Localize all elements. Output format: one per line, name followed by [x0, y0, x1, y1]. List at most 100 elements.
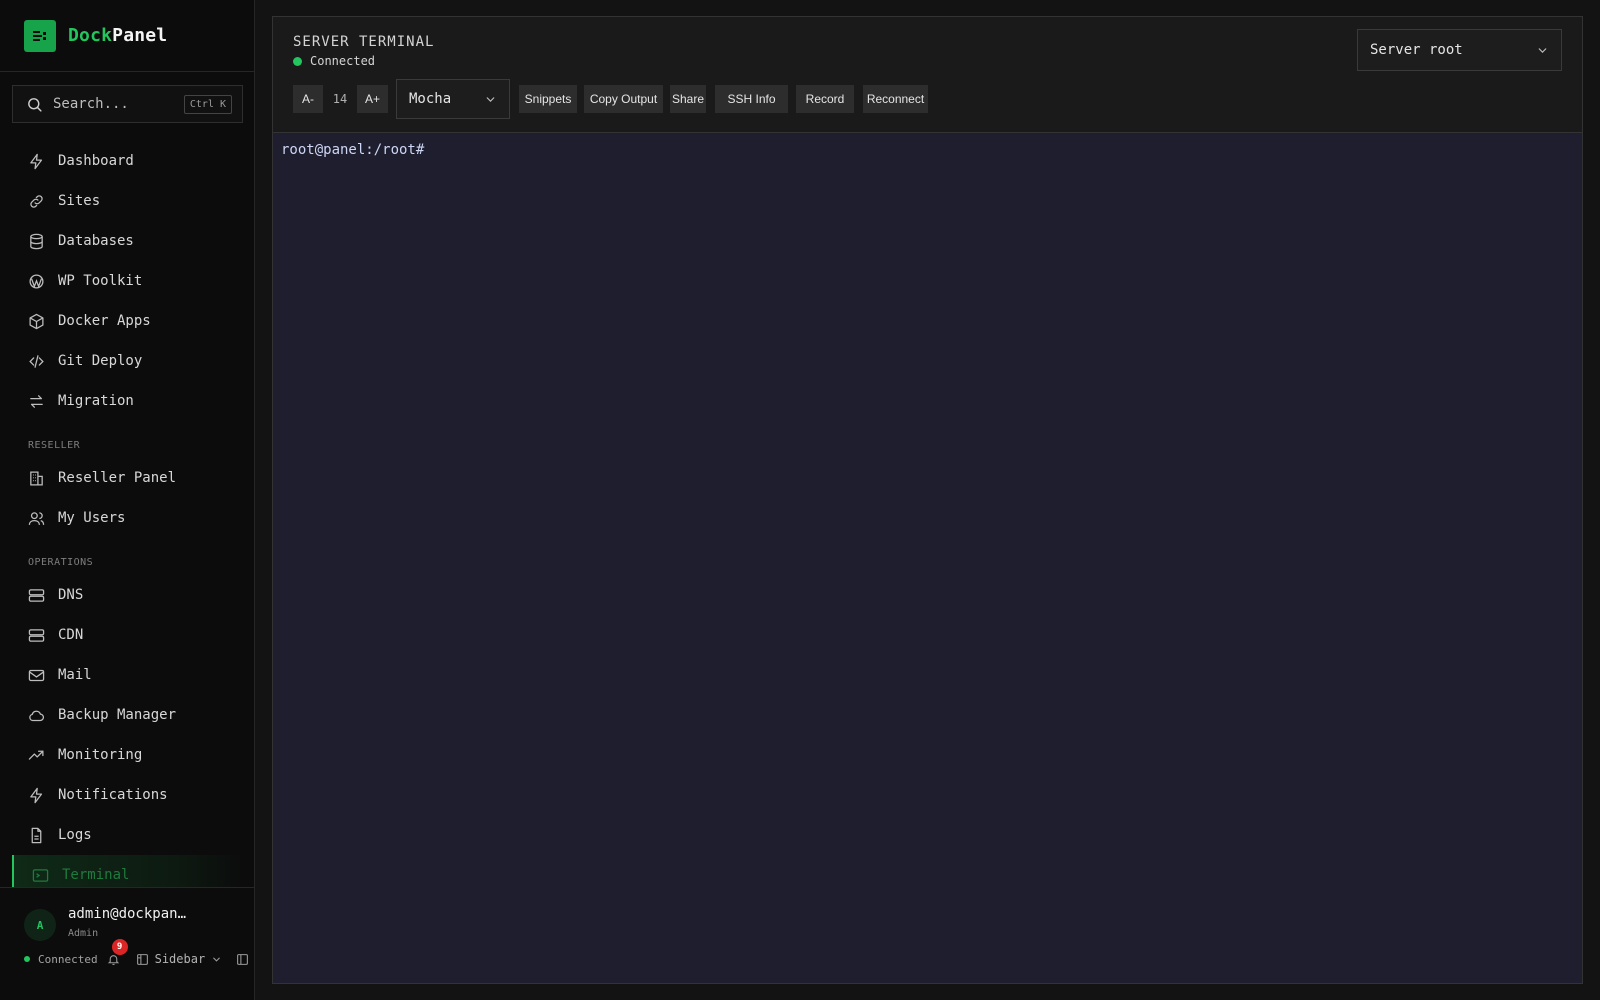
search-input[interactable]: Search... Ctrl K	[12, 85, 243, 123]
sidebar-item-label: My Users	[58, 510, 126, 526]
record-button[interactable]: Record	[796, 85, 854, 113]
sidebar: DockPanel Search... Ctrl K Dashboard Sit…	[0, 0, 255, 1000]
connection-status-label: Connected	[38, 952, 98, 966]
user-email[interactable]: admin@dockpan…	[68, 906, 186, 922]
sidebar-item-dns[interactable]: DNS	[12, 575, 243, 615]
chevron-down-icon	[213, 957, 221, 962]
sidebar-item-terminal[interactable]: Terminal	[12, 855, 243, 887]
server-select-value: Server root	[1370, 42, 1463, 58]
section-operations-title: OPERATIONS	[28, 557, 94, 568]
sidebar-item-dashboard[interactable]: Dashboard	[12, 141, 243, 181]
layout-toggle[interactable]: Sidebar	[136, 952, 223, 966]
theme-select[interactable]: Mocha	[396, 79, 510, 119]
server-icon	[27, 586, 46, 605]
sidebar-item-git-deploy[interactable]: Git Deploy	[12, 341, 243, 381]
sidebar-item-label: DNS	[58, 587, 84, 603]
section-reseller-title: RESELLER	[28, 440, 81, 451]
terminal-panel: SERVER TERMINAL Connected Server root A-…	[272, 16, 1583, 984]
sidebar-item-cdn[interactable]: CDN	[12, 615, 243, 655]
sidebar-item-databases[interactable]: Databases	[12, 221, 243, 261]
terminal-prompt: root@panel:/root#	[281, 142, 425, 158]
font-size-value: 14	[332, 92, 348, 106]
sidebar-item-docker-apps[interactable]: Docker Apps	[12, 301, 243, 341]
sidebar-item-label: Docker Apps	[58, 313, 151, 329]
sidebar-item-label: WP Toolkit	[58, 273, 143, 289]
copy-output-button[interactable]: Copy Output	[584, 85, 663, 113]
users-icon	[27, 509, 46, 528]
chevron-down-icon	[1538, 47, 1547, 53]
sidebar-item-label: Notifications	[58, 787, 168, 803]
user-panel: A admin@dockpan… Admin Connected 9 Sideb…	[0, 887, 255, 1000]
bolt-icon	[27, 786, 46, 805]
code-icon	[27, 352, 46, 371]
font-decrease-button[interactable]: A-	[293, 85, 323, 113]
sidebar-item-label: Dashboard	[58, 153, 134, 169]
collapse-sidebar-button[interactable]	[236, 953, 249, 966]
connection-status-dot	[24, 956, 30, 962]
sidebar-item-label: Reseller Panel	[58, 470, 177, 486]
mail-icon	[27, 666, 46, 685]
status-dot	[293, 56, 302, 66]
panel-collapse-icon	[237, 953, 249, 965]
sidebar-item-mail[interactable]: Mail	[12, 655, 243, 695]
search-icon	[28, 97, 42, 112]
brand-name-part-2: Panel	[112, 25, 168, 46]
notifications-button[interactable]: 9	[106, 939, 128, 967]
sidebar-item-my-users[interactable]: My Users	[12, 498, 243, 538]
font-increase-button[interactable]: A+	[357, 85, 388, 113]
sidebar-item-monitoring[interactable]: Monitoring	[12, 735, 243, 775]
sidebar-item-label: Terminal	[62, 867, 130, 883]
sidebar-item-label: Logs	[58, 827, 92, 843]
trend-icon	[27, 746, 46, 765]
server-select[interactable]: Server root	[1357, 29, 1562, 71]
avatar[interactable]: A	[24, 909, 56, 941]
snippets-button[interactable]: Snippets	[519, 85, 577, 113]
notification-badge: 9	[111, 939, 128, 955]
connection-status-text: Connected	[310, 54, 376, 68]
box-icon	[27, 312, 46, 331]
database-icon	[27, 232, 46, 251]
terminal-output[interactable]: root@panel:/root#	[273, 133, 1582, 983]
theme-select-value: Mocha	[409, 91, 452, 107]
sidebar-nav: Dashboard Sites Databases WP Toolkit Doc…	[12, 141, 243, 887]
share-button[interactable]: Share	[670, 85, 706, 113]
sidebar-item-wp-toolkit[interactable]: WP Toolkit	[12, 261, 243, 301]
file-icon	[27, 826, 46, 845]
bolt-icon	[27, 152, 46, 171]
connection-status: Connected	[293, 54, 375, 68]
sidebar-item-migration[interactable]: Migration	[12, 381, 243, 421]
brand-name: DockPanel	[68, 25, 167, 46]
sidebar-item-label: Migration	[58, 393, 134, 409]
cloud-icon	[27, 706, 46, 725]
brand-name-part-1: Dock	[68, 25, 113, 46]
sidebar-item-label: Monitoring	[58, 747, 143, 763]
ssh-info-button[interactable]: SSH Info	[715, 85, 788, 113]
chevron-down-icon	[486, 96, 495, 102]
sidebar-item-backup-manager[interactable]: Backup Manager	[12, 695, 243, 735]
layout-icon	[136, 953, 148, 965]
sidebar-item-label: Sites	[58, 193, 101, 209]
reconnect-button[interactable]: Reconnect	[863, 85, 928, 113]
sidebar-item-sites[interactable]: Sites	[12, 181, 243, 221]
link-icon	[27, 192, 46, 211]
sidebar-item-label: CDN	[58, 627, 84, 643]
building-icon	[27, 469, 46, 488]
status-bar: Connected 9 Sidebar	[24, 939, 249, 970]
layout-toggle-label: Sidebar	[154, 952, 206, 966]
page-title: SERVER TERMINAL	[293, 34, 435, 50]
sidebar-item-reseller-panel[interactable]: Reseller Panel	[12, 458, 243, 498]
sidebar-item-logs[interactable]: Logs	[12, 815, 243, 855]
terminal-toolbar: A- 14 A+ Mocha Snippets Copy Output Shar…	[293, 79, 928, 119]
user-role: Admin	[68, 928, 99, 939]
terminal-icon	[31, 866, 50, 885]
search-shortcut: Ctrl K	[183, 94, 232, 114]
search-placeholder: Search...	[53, 96, 129, 112]
sidebar-item-notifications[interactable]: Notifications	[12, 775, 243, 815]
server-icon	[27, 626, 46, 645]
wordpress-icon	[27, 272, 46, 291]
sidebar-item-label: Mail	[58, 667, 92, 683]
sidebar-item-label: Databases	[58, 233, 134, 249]
arrows-icon	[27, 392, 46, 411]
brand[interactable]: DockPanel	[0, 0, 254, 72]
sidebar-item-label: Git Deploy	[58, 353, 143, 369]
